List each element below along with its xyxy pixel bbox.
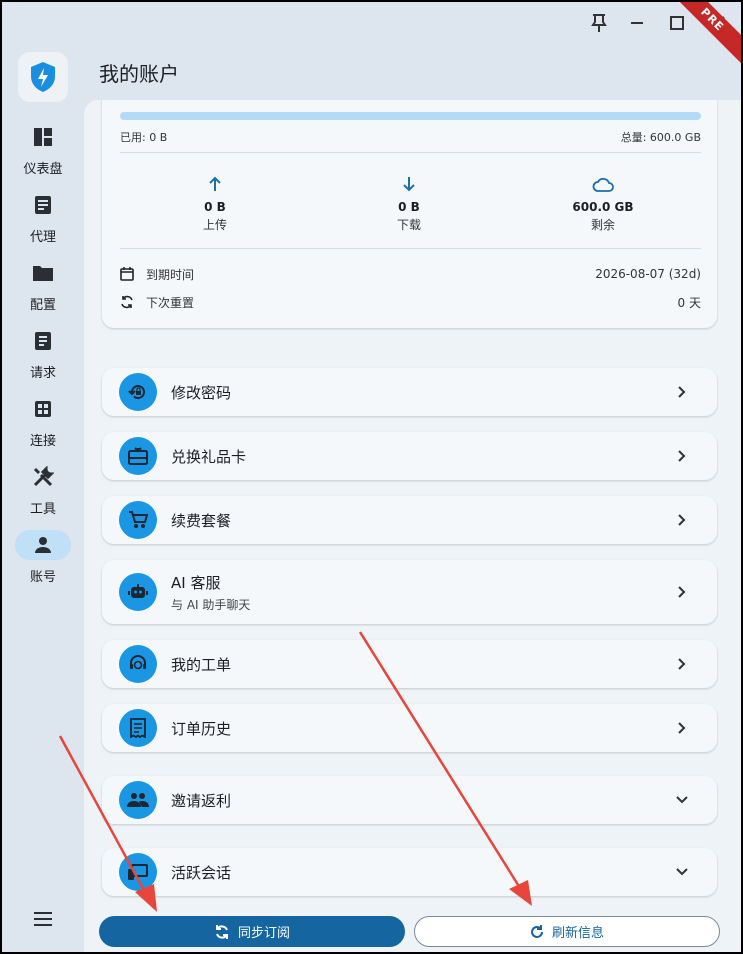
upload-label: 上传 (202, 218, 227, 232)
proxy-icon (15, 190, 71, 220)
order-history-item[interactable]: 订单历史 (102, 704, 717, 752)
sync-icon (120, 295, 138, 309)
calendar-icon (120, 267, 138, 281)
menu-item-title: 活跃会话 (171, 863, 232, 882)
people-icon (119, 781, 157, 819)
remaining-value: 600.0 GB (572, 200, 634, 214)
folder-icon (15, 258, 71, 288)
reset-value: 0 天 (677, 295, 701, 310)
usage-progress-bar (120, 112, 701, 120)
menu-item-title: 邀请返利 (171, 791, 232, 810)
download-value: 0 B (398, 200, 420, 214)
pin-icon[interactable] (586, 10, 612, 36)
chevron-right-icon (675, 385, 689, 399)
total-label: 总量: 600.0 GB (620, 131, 701, 144)
requests-icon (15, 326, 71, 356)
chevron-right-icon (675, 513, 689, 527)
chevron-right-icon (675, 721, 689, 735)
menu-item-title: AI 客服 (171, 573, 221, 592)
sync-icon (214, 924, 230, 940)
sidebar-item-tools[interactable]: 工具 (2, 462, 84, 524)
devices-icon (119, 853, 157, 891)
sidebar-item-label: 账号 (29, 570, 56, 585)
sidebar-item-label: 配置 (29, 298, 56, 313)
arrow-up-icon (135, 176, 295, 196)
reset-label: 下次重置 (146, 295, 195, 310)
refresh-info-button[interactable]: 刷新信息 (414, 916, 720, 947)
chevron-right-icon (675, 585, 689, 599)
sidebar-item-label: 工具 (29, 502, 56, 517)
change-password-item[interactable]: 修改密码 (102, 368, 717, 416)
chevron-right-icon (675, 449, 689, 463)
menu-item-title: 订单历史 (171, 719, 232, 738)
invite-rebate-item[interactable]: 邀请返利 (102, 776, 717, 824)
arrow-down-icon (329, 176, 489, 196)
connections-icon (15, 394, 71, 424)
support-agent-icon (119, 645, 157, 683)
sidebar-item-label: 请求 (29, 366, 56, 381)
sync-subscription-button[interactable]: 同步订阅 (99, 916, 405, 947)
lock-reset-icon (119, 373, 157, 411)
hamburger-icon[interactable] (30, 906, 56, 932)
sync-subscription-label: 同步订阅 (237, 926, 290, 941)
maximize-icon[interactable] (664, 10, 690, 36)
divider (120, 248, 701, 249)
page-title: 我的账户 (99, 62, 179, 86)
refresh-icon (530, 924, 544, 939)
menu-item-title: 兑换礼品卡 (171, 447, 247, 466)
sidebar-item-connections[interactable]: 连接 (2, 394, 84, 456)
receipt-icon (119, 709, 157, 747)
tools-icon (15, 462, 71, 492)
refresh-info-label: 刷新信息 (551, 926, 604, 941)
download-label: 下载 (396, 218, 421, 232)
title-bar: PRE (2, 2, 741, 66)
sidebar-item-label: 代理 (29, 230, 56, 245)
upload-value: 0 B (204, 200, 226, 214)
remaining-stat: 600.0 GB 剩余 (523, 176, 683, 233)
remaining-label: 剩余 (590, 218, 615, 232)
cart-icon (119, 501, 157, 539)
chevron-down-icon[interactable] (675, 865, 689, 879)
used-label: 已用: 0 B (120, 131, 168, 144)
expiry-row: 到期时间 2026-08-07 (32d) (120, 264, 701, 284)
divider (120, 152, 701, 153)
main-content: 已用: 0 B 总量: 600.0 GB 0 B 上传 0 B 下载 600.0… (84, 100, 741, 952)
dashboard-icon (15, 122, 71, 152)
cloud-icon (523, 176, 683, 196)
menu-item-title: 续费套餐 (171, 511, 232, 530)
usage-card: 已用: 0 B 总量: 600.0 GB 0 B 上传 0 B 下载 600.0… (102, 100, 717, 328)
redeem-gift-card-item[interactable]: 兑换礼品卡 (102, 432, 717, 480)
menu-item-subtitle: 与 AI 助手聊天 (171, 597, 251, 612)
chevron-down-icon[interactable] (675, 793, 689, 807)
chevron-right-icon (675, 657, 689, 671)
sidebar: 仪表盘 代理 配置 请求 连接 工具 账号 (2, 46, 84, 952)
download-stat: 0 B 下载 (329, 176, 489, 233)
expiry-value: 2026-08-07 (32d) (595, 267, 701, 281)
sidebar-item-requests[interactable]: 请求 (2, 326, 84, 388)
shield-bolt-logo[interactable] (18, 52, 68, 102)
sidebar-item-label: 仪表盘 (23, 162, 63, 177)
upload-stat: 0 B 上传 (135, 176, 295, 233)
robot-icon (119, 573, 157, 611)
sidebar-item-dashboard[interactable]: 仪表盘 (2, 122, 84, 184)
ai-support-item[interactable]: AI 客服 与 AI 助手聊天 (102, 560, 717, 624)
sidebar-item-config[interactable]: 配置 (2, 258, 84, 320)
app-window: PRE 仪表盘 代理 配置 请求 连接 工具 账号 我的账户 已用: 0 B 总… (2, 2, 741, 952)
minimize-icon[interactable] (624, 10, 650, 36)
renew-plan-item[interactable]: 续费套餐 (102, 496, 717, 544)
sidebar-item-account[interactable]: 账号 (2, 530, 84, 592)
reset-row: 下次重置 0 天 (120, 292, 701, 312)
expiry-label: 到期时间 (146, 267, 195, 282)
active-sessions-item[interactable]: 活跃会话 (102, 848, 717, 896)
menu-item-title: 修改密码 (171, 383, 232, 402)
menu-item-title: 我的工单 (171, 655, 232, 674)
gift-card-icon (119, 437, 157, 475)
my-tickets-item[interactable]: 我的工单 (102, 640, 717, 688)
sidebar-item-proxy[interactable]: 代理 (2, 190, 84, 252)
sidebar-item-label: 连接 (29, 434, 56, 449)
person-icon (15, 530, 71, 560)
